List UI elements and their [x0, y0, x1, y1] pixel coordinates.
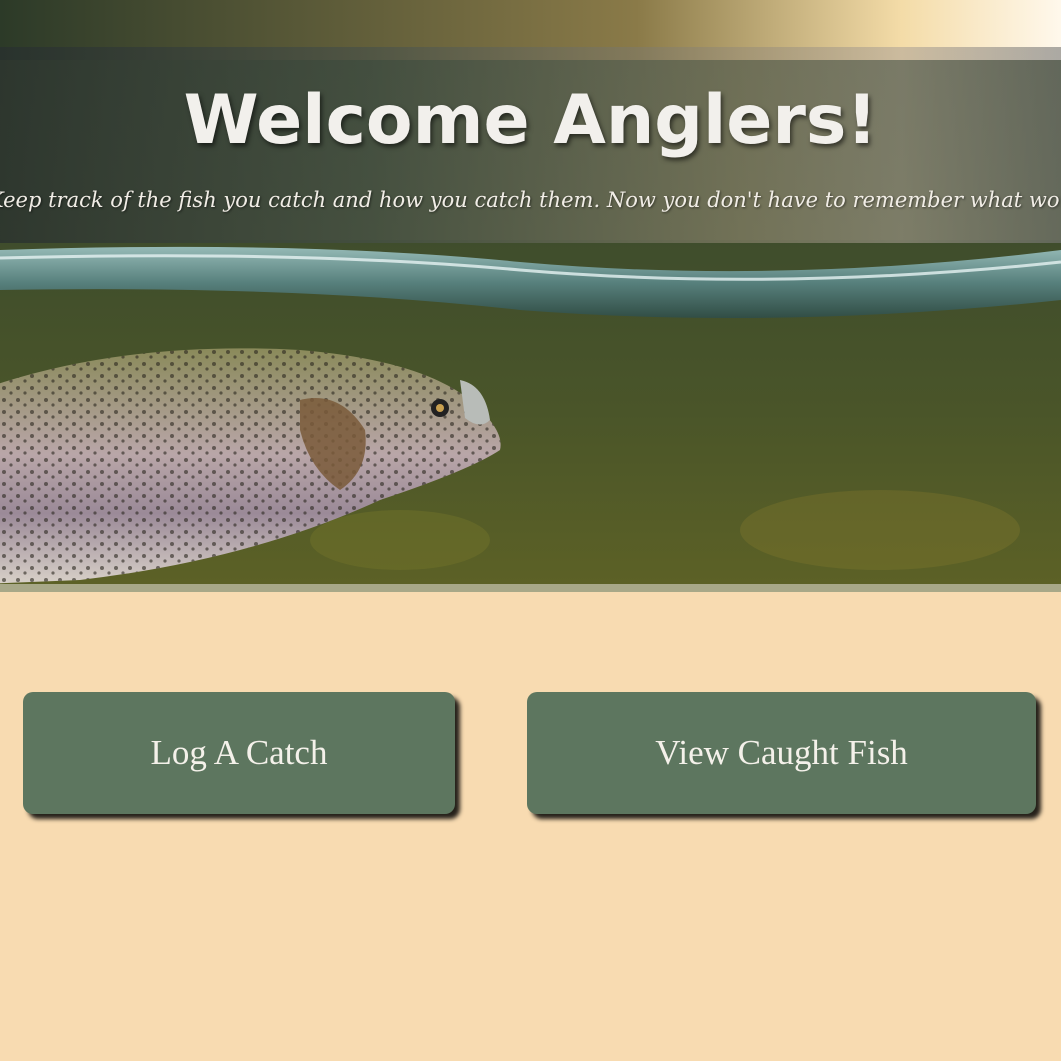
hero-image: Welcome Anglers! Keep track of the fish … — [0, 0, 1061, 584]
hero-divider — [0, 584, 1061, 592]
log-a-catch-button[interactable]: Log A Catch — [23, 692, 455, 814]
view-caught-fish-button[interactable]: View Caught Fish — [527, 692, 1036, 814]
page-title: Welcome Anglers! — [183, 81, 878, 160]
welcome-banner: Welcome Anglers! Keep track of the fish … — [0, 47, 1061, 243]
page-subtitle: Keep track of the fish you catch and how… — [0, 188, 1061, 212]
